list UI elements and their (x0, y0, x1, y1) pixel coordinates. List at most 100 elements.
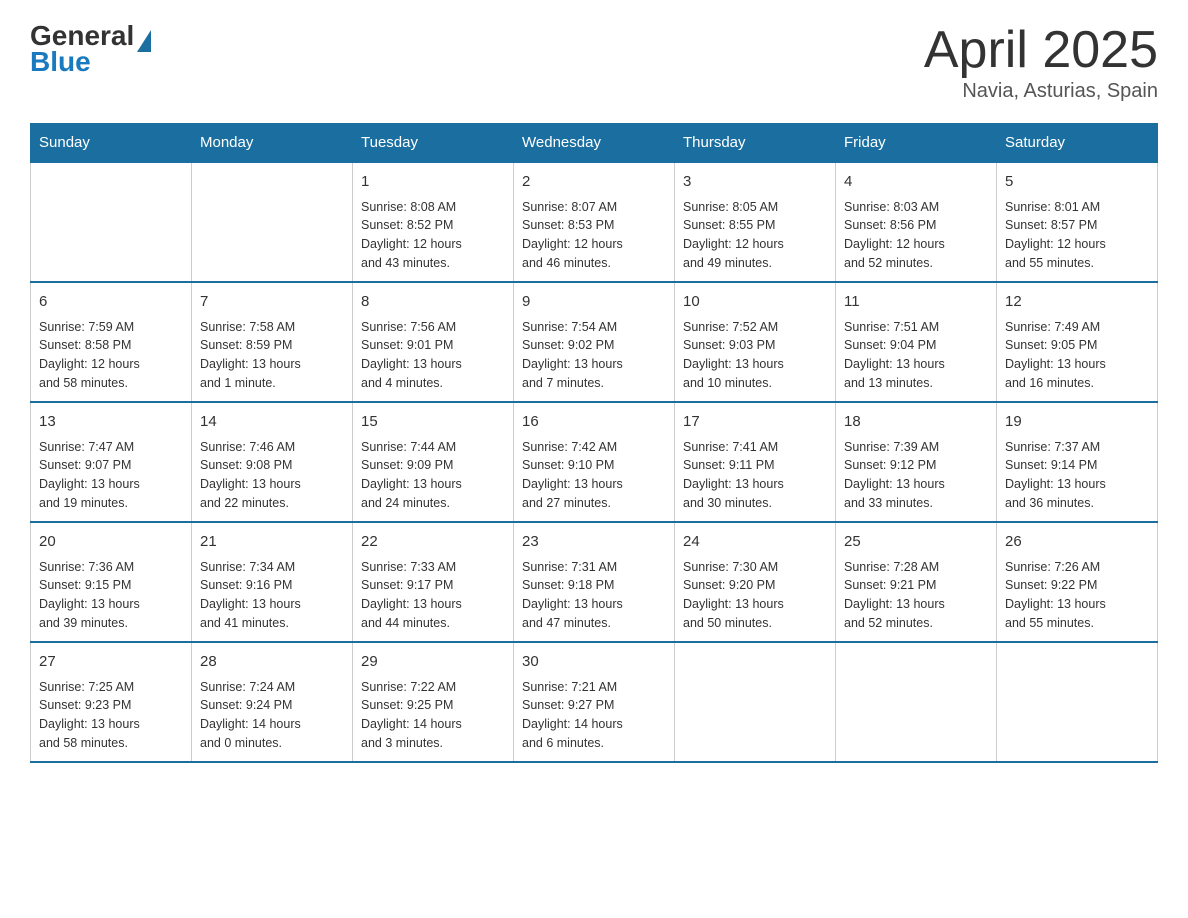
day-info: Sunrise: 7:56 AM Sunset: 9:01 PM Dayligh… (361, 318, 505, 393)
day-info: Sunrise: 7:37 AM Sunset: 9:14 PM Dayligh… (1005, 438, 1149, 513)
day-info: Sunrise: 7:31 AM Sunset: 9:18 PM Dayligh… (522, 558, 666, 633)
calendar-cell: 15 Sunrise: 7:44 AM Sunset: 9:09 PM Dayli… (353, 402, 514, 522)
calendar-cell: 7Sunrise: 7:58 AM Sunset: 8:59 PM Daylig… (192, 282, 353, 402)
calendar-cell: 23Sunrise: 7:31 AM Sunset: 9:18 PM Dayli… (514, 522, 675, 642)
day-info: Sunrise: 7:44 AM Sunset: 9:09 PM Dayligh… (361, 438, 505, 513)
day-number: 15 (361, 411, 505, 434)
day-number: 30 (522, 651, 666, 674)
day-number: 9 (522, 291, 666, 314)
calendar-week-row: 20 Sunrise: 7:36 AM Sunset: 9:15 PM Dayli… (31, 522, 1158, 642)
day-number: 18 (844, 411, 988, 434)
calendar-cell: 20 Sunrise: 7:36 AM Sunset: 9:15 PM Dayli… (31, 522, 192, 642)
day-number: 7 (200, 291, 344, 314)
calendar-body: 1 Sunrise: 8:08 AM Sunset: 8:52 PM Daylig… (31, 162, 1158, 762)
day-info: Sunrise: 7:51 AM Sunset: 9:04 PM Dayligh… (844, 318, 988, 393)
day-number: 16 (522, 411, 666, 434)
day-info: Sunrise: 7:49 AM Sunset: 9:05 PM Dayligh… (1005, 318, 1149, 393)
day-number: 2 (522, 171, 666, 194)
calendar-cell: 28Sunrise: 7:24 AM Sunset: 9:24 PM Dayli… (192, 642, 353, 762)
day-number: 25 (844, 531, 988, 554)
day-info: Sunrise: 8:05 AM Sunset: 8:55 PM Dayligh… (683, 198, 827, 273)
day-info: Sunrise: 7:26 AM Sunset: 9:22 PM Dayligh… (1005, 558, 1149, 633)
day-info: Sunrise: 7:39 AM Sunset: 9:12 PM Dayligh… (844, 438, 988, 513)
day-number: 26 (1005, 531, 1149, 554)
logo: General Blue (30, 20, 151, 76)
calendar-cell: 21 Sunrise: 7:34 AM Sunset: 9:16 PM Dayli… (192, 522, 353, 642)
day-info: Sunrise: 7:30 AM Sunset: 9:20 PM Dayligh… (683, 558, 827, 633)
day-number: 19 (1005, 411, 1149, 434)
calendar-cell: 27Sunrise: 7:25 AM Sunset: 9:23 PM Dayli… (31, 642, 192, 762)
calendar-week-row: 1 Sunrise: 8:08 AM Sunset: 8:52 PM Daylig… (31, 162, 1158, 282)
month-title: April 2025 (924, 20, 1158, 80)
calendar-table: SundayMondayTuesdayWednesdayThursdayFrid… (30, 123, 1158, 763)
day-number: 10 (683, 291, 827, 314)
page-header: General Blue April 2025 Navia, Asturias,… (30, 20, 1158, 103)
day-of-week-header: Saturday (997, 124, 1158, 163)
day-info: Sunrise: 7:54 AM Sunset: 9:02 PM Dayligh… (522, 318, 666, 393)
day-number: 3 (683, 171, 827, 194)
day-number: 20 (39, 531, 183, 554)
calendar-week-row: 13Sunrise: 7:47 AM Sunset: 9:07 PM Dayli… (31, 402, 1158, 522)
day-number: 21 (200, 531, 344, 554)
calendar-cell: 8 Sunrise: 7:56 AM Sunset: 9:01 PM Daylig… (353, 282, 514, 402)
day-of-week-header: Tuesday (353, 124, 514, 163)
calendar-cell: 30 Sunrise: 7:21 AM Sunset: 9:27 PM Dayli… (514, 642, 675, 762)
calendar-cell: 9 Sunrise: 7:54 AM Sunset: 9:02 PM Daylig… (514, 282, 675, 402)
day-info: Sunrise: 7:34 AM Sunset: 9:16 PM Dayligh… (200, 558, 344, 633)
day-info: Sunrise: 8:03 AM Sunset: 8:56 PM Dayligh… (844, 198, 988, 273)
calendar-week-row: 6Sunrise: 7:59 AM Sunset: 8:58 PM Daylig… (31, 282, 1158, 402)
day-info: Sunrise: 8:07 AM Sunset: 8:53 PM Dayligh… (522, 198, 666, 273)
day-number: 12 (1005, 291, 1149, 314)
day-info: Sunrise: 7:59 AM Sunset: 8:58 PM Dayligh… (39, 318, 183, 393)
calendar-cell: 4 Sunrise: 8:03 AM Sunset: 8:56 PM Daylig… (836, 162, 997, 282)
day-info: Sunrise: 7:47 AM Sunset: 9:07 PM Dayligh… (39, 438, 183, 513)
day-number: 22 (361, 531, 505, 554)
calendar-cell (836, 642, 997, 762)
title-block: April 2025 Navia, Asturias, Spain (924, 20, 1158, 103)
day-of-week-header: Monday (192, 124, 353, 163)
calendar-cell: 19 Sunrise: 7:37 AM Sunset: 9:14 PM Dayli… (997, 402, 1158, 522)
location-title: Navia, Asturias, Spain (924, 80, 1158, 103)
calendar-cell (192, 162, 353, 282)
day-number: 4 (844, 171, 988, 194)
calendar-cell: 10 Sunrise: 7:52 AM Sunset: 9:03 PM Dayli… (675, 282, 836, 402)
day-info: Sunrise: 7:41 AM Sunset: 9:11 PM Dayligh… (683, 438, 827, 513)
calendar-cell: 2 Sunrise: 8:07 AM Sunset: 8:53 PM Daylig… (514, 162, 675, 282)
day-info: Sunrise: 7:25 AM Sunset: 9:23 PM Dayligh… (39, 678, 183, 753)
calendar-cell: 11 Sunrise: 7:51 AM Sunset: 9:04 PM Dayli… (836, 282, 997, 402)
day-info: Sunrise: 8:08 AM Sunset: 8:52 PM Dayligh… (361, 198, 505, 273)
day-info: Sunrise: 7:52 AM Sunset: 9:03 PM Dayligh… (683, 318, 827, 393)
calendar-cell: 5 Sunrise: 8:01 AM Sunset: 8:57 PM Daylig… (997, 162, 1158, 282)
calendar-cell: 13Sunrise: 7:47 AM Sunset: 9:07 PM Dayli… (31, 402, 192, 522)
day-info: Sunrise: 7:42 AM Sunset: 9:10 PM Dayligh… (522, 438, 666, 513)
day-info: Sunrise: 7:28 AM Sunset: 9:21 PM Dayligh… (844, 558, 988, 633)
calendar-cell: 16 Sunrise: 7:42 AM Sunset: 9:10 PM Dayli… (514, 402, 675, 522)
day-number: 29 (361, 651, 505, 674)
calendar-cell: 3 Sunrise: 8:05 AM Sunset: 8:55 PM Daylig… (675, 162, 836, 282)
day-info: Sunrise: 7:36 AM Sunset: 9:15 PM Dayligh… (39, 558, 183, 633)
day-number: 1 (361, 171, 505, 194)
day-of-week-header: Sunday (31, 124, 192, 163)
calendar-week-row: 27Sunrise: 7:25 AM Sunset: 9:23 PM Dayli… (31, 642, 1158, 762)
calendar-cell: 17 Sunrise: 7:41 AM Sunset: 9:11 PM Dayli… (675, 402, 836, 522)
day-number: 17 (683, 411, 827, 434)
header-row: SundayMondayTuesdayWednesdayThursdayFrid… (31, 124, 1158, 163)
day-number: 5 (1005, 171, 1149, 194)
day-info: Sunrise: 7:46 AM Sunset: 9:08 PM Dayligh… (200, 438, 344, 513)
day-info: Sunrise: 7:21 AM Sunset: 9:27 PM Dayligh… (522, 678, 666, 753)
day-number: 28 (200, 651, 344, 674)
logo-blue-text: Blue (30, 48, 151, 76)
calendar-cell: 24 Sunrise: 7:30 AM Sunset: 9:20 PM Dayli… (675, 522, 836, 642)
day-of-week-header: Thursday (675, 124, 836, 163)
day-number: 8 (361, 291, 505, 314)
day-info: Sunrise: 7:22 AM Sunset: 9:25 PM Dayligh… (361, 678, 505, 753)
calendar-cell: 22Sunrise: 7:33 AM Sunset: 9:17 PM Dayli… (353, 522, 514, 642)
calendar-cell: 6Sunrise: 7:59 AM Sunset: 8:58 PM Daylig… (31, 282, 192, 402)
calendar-cell: 29 Sunrise: 7:22 AM Sunset: 9:25 PM Dayli… (353, 642, 514, 762)
day-of-week-header: Friday (836, 124, 997, 163)
day-number: 24 (683, 531, 827, 554)
day-number: 11 (844, 291, 988, 314)
calendar-header: SundayMondayTuesdayWednesdayThursdayFrid… (31, 124, 1158, 163)
day-info: Sunrise: 8:01 AM Sunset: 8:57 PM Dayligh… (1005, 198, 1149, 273)
calendar-cell: 25 Sunrise: 7:28 AM Sunset: 9:21 PM Dayli… (836, 522, 997, 642)
